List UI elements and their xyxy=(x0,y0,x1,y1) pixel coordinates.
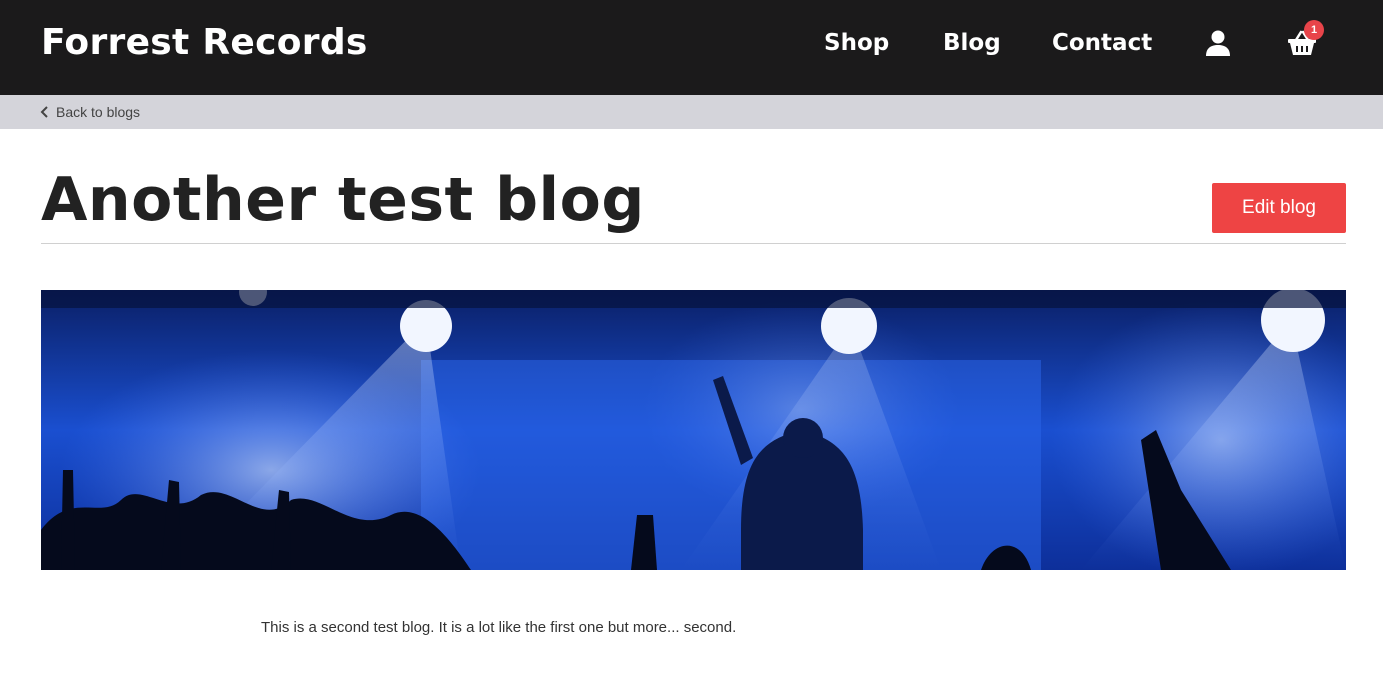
breadcrumb-bar: Back to blogs xyxy=(0,95,1383,129)
page-title: Another test blog xyxy=(41,165,645,235)
title-divider xyxy=(41,243,1346,244)
navbar: Forrest Records Shop Blog Contact 1 xyxy=(0,0,1383,95)
nav-blog-link[interactable]: Blog xyxy=(943,28,1001,58)
user-icon[interactable] xyxy=(1205,29,1231,57)
back-to-blogs-label: Back to blogs xyxy=(56,104,141,120)
blog-body-text: This is a second test blog. It is a lot … xyxy=(261,619,737,636)
cart-count-badge: 1 xyxy=(1304,20,1324,40)
nav-shop-link[interactable]: Shop xyxy=(824,28,889,58)
back-to-blogs-link[interactable]: Back to blogs xyxy=(40,103,140,121)
brand-logo-link[interactable]: Forrest Records xyxy=(41,20,368,66)
edit-blog-button[interactable]: Edit blog xyxy=(1212,183,1346,233)
blog-hero-image xyxy=(41,290,1346,570)
chevron-left-icon xyxy=(40,106,48,118)
nav-contact-link[interactable]: Contact xyxy=(1052,28,1152,58)
